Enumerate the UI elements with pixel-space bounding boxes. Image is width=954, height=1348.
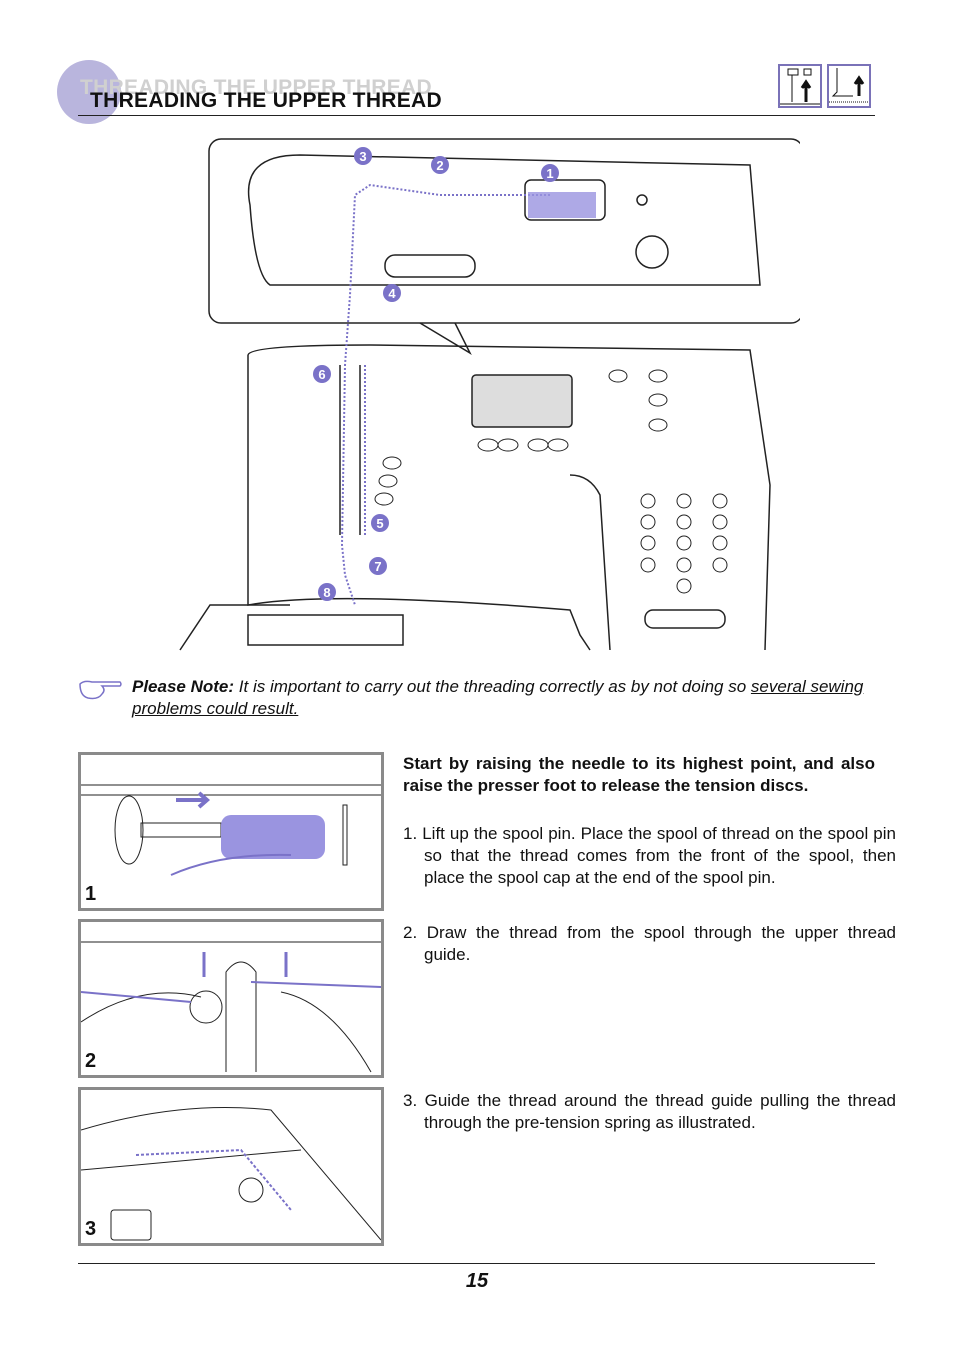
callout-6: 6 <box>318 367 325 382</box>
callout-1: 1 <box>546 166 553 181</box>
page-title: THREADING THE UPPER THREAD <box>90 89 442 112</box>
threading-illustration: 1 2 3 4 5 6 7 8 <box>179 138 800 651</box>
note-label: Please Note: <box>132 677 235 696</box>
needle-up-icon <box>778 64 822 108</box>
presser-foot-up-icon <box>827 64 871 108</box>
callout-7: 7 <box>374 559 381 574</box>
please-note: Please Note: It is important to carry ou… <box>80 676 930 720</box>
step-2-text: 2. Draw the thread from the spool throug… <box>403 923 896 964</box>
callout-2: 2 <box>436 158 443 173</box>
panel-number: 3 <box>85 1218 97 1240</box>
note-text: It is important to carry out the threadi… <box>234 677 751 696</box>
footer-divider <box>78 1263 875 1264</box>
panel-number: 2 <box>85 1050 97 1072</box>
step-1-text: 1. Lift up the spool pin. Place the spoo… <box>403 824 896 887</box>
callout-4: 4 <box>388 286 396 301</box>
callout-3: 3 <box>359 149 366 164</box>
page-number: 15 <box>465 1270 489 1292</box>
step-1-illustration: 1 <box>78 752 384 911</box>
callout-5: 5 <box>376 516 383 531</box>
header-divider <box>78 115 875 116</box>
step-intro: Start by raising the needle to its highe… <box>403 754 875 795</box>
manual-page: THREADING THE UPPER THREAD THREADING THE… <box>0 0 954 1348</box>
step-2-illustration: 2 <box>78 919 384 1078</box>
callout-8: 8 <box>323 585 330 600</box>
step-3-illustration: 3 <box>78 1087 384 1246</box>
step-3-text: 3. Guide the thread around the thread gu… <box>403 1091 896 1132</box>
panel-number: 1 <box>85 883 97 905</box>
